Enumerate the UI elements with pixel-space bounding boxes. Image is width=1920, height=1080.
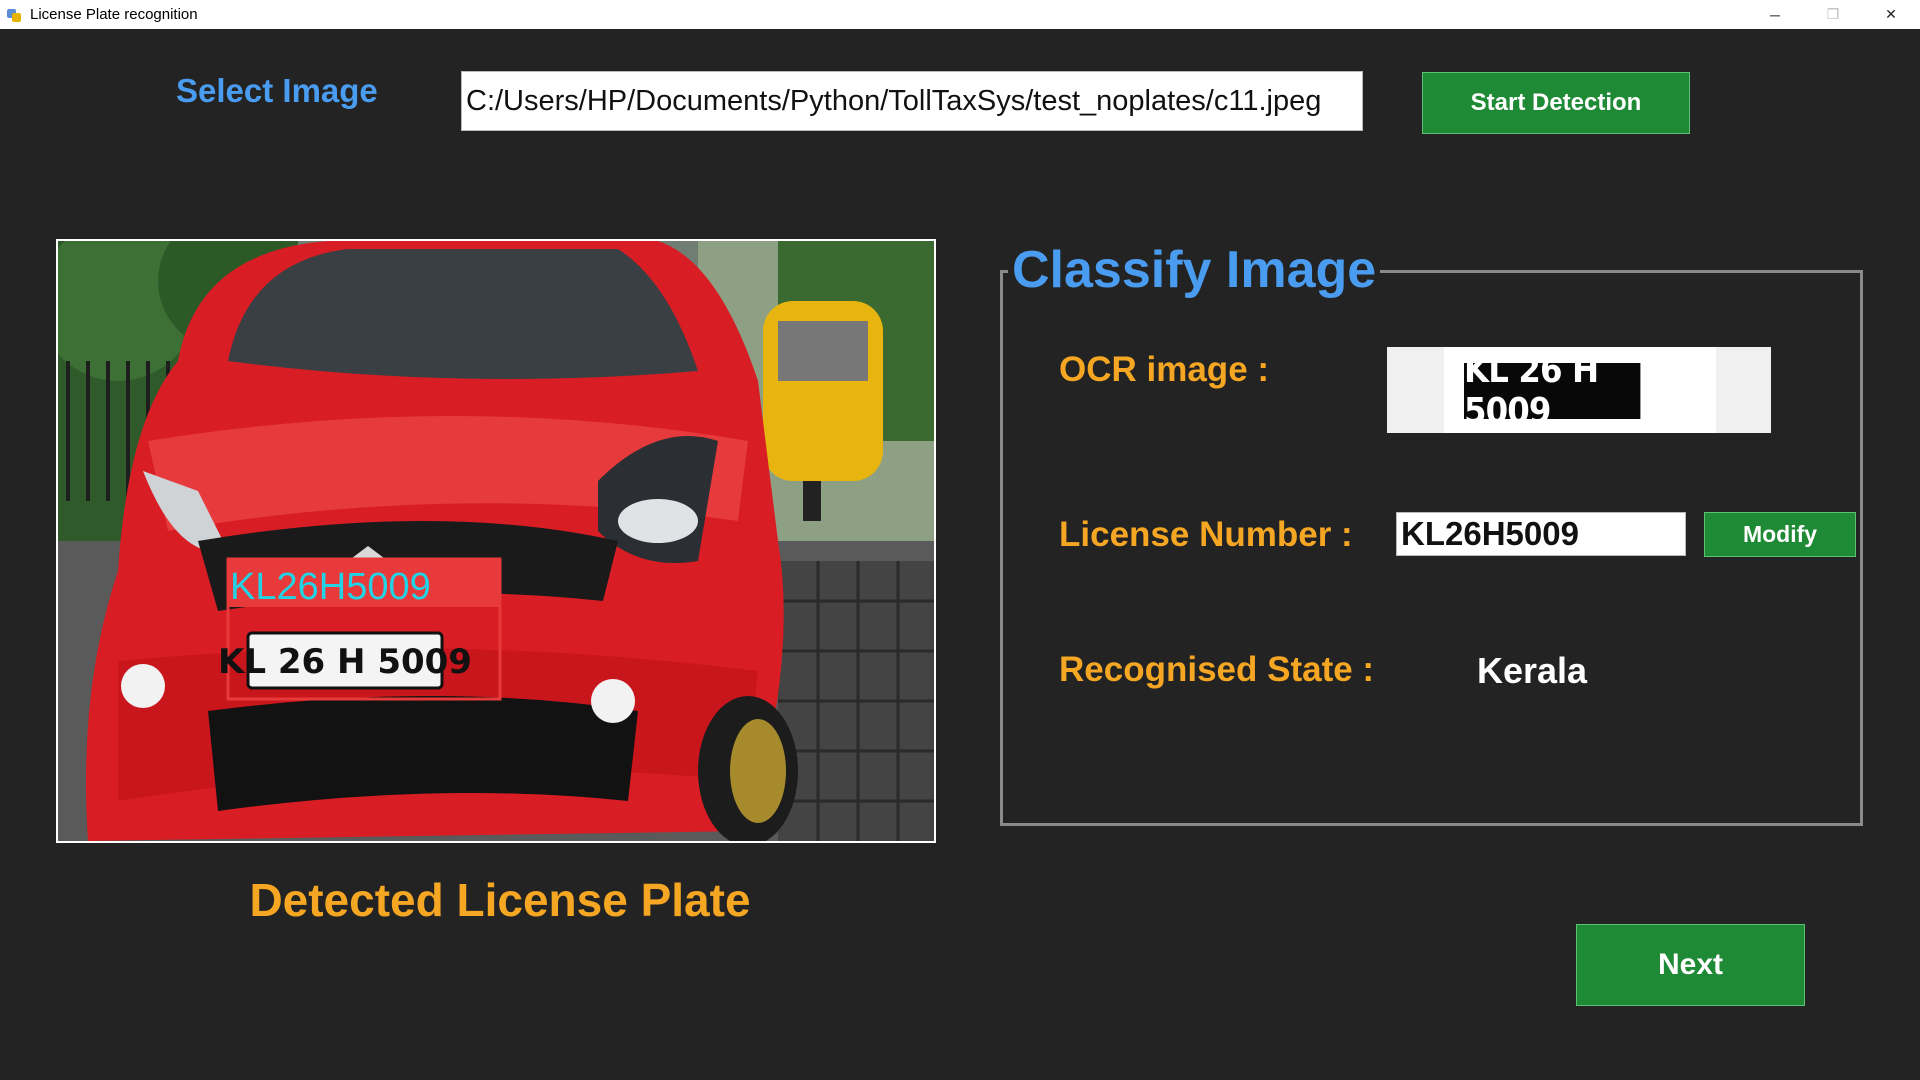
start-detection-button[interactable]: Start Detection xyxy=(1422,72,1690,134)
close-button[interactable]: ✕ xyxy=(1862,0,1920,29)
detected-image-panel: KL 26 H 5009 KL26H5009 xyxy=(56,239,936,843)
window-title: License Plate recognition xyxy=(30,6,198,23)
license-number-label: License Number : xyxy=(1059,515,1353,554)
ocr-image: KL 26 H 5009 xyxy=(1387,347,1771,433)
recognised-state-label: Recognised State : xyxy=(1059,650,1375,689)
ocr-plate-text: KL 26 H 5009 xyxy=(1464,350,1641,432)
next-button[interactable]: Next xyxy=(1576,924,1805,1006)
python-app-icon xyxy=(6,7,22,23)
ocr-image-label: OCR image : xyxy=(1059,350,1270,389)
image-path-input[interactable] xyxy=(461,71,1363,131)
modify-button[interactable]: Modify xyxy=(1704,512,1856,557)
car-photo: KL 26 H 5009 KL26H5009 xyxy=(58,241,934,841)
classify-title: Classify Image xyxy=(1008,240,1381,300)
select-image-label[interactable]: Select Image xyxy=(176,72,378,110)
detected-plate-caption: Detected License Plate xyxy=(249,874,751,926)
detected-plate-overlay: KL26H5009 xyxy=(230,566,431,608)
minimize-button[interactable]: ─ xyxy=(1746,0,1804,29)
recognised-state-value: Kerala xyxy=(1477,650,1588,691)
window-controls: ─ ❐ ✕ xyxy=(1746,0,1920,29)
plate-text: KL 26 H 5009 xyxy=(218,642,472,682)
title-bar: License Plate recognition ─ ❐ ✕ xyxy=(0,0,1920,29)
restore-button[interactable]: ❐ xyxy=(1804,0,1862,29)
license-number-input[interactable] xyxy=(1396,512,1686,556)
